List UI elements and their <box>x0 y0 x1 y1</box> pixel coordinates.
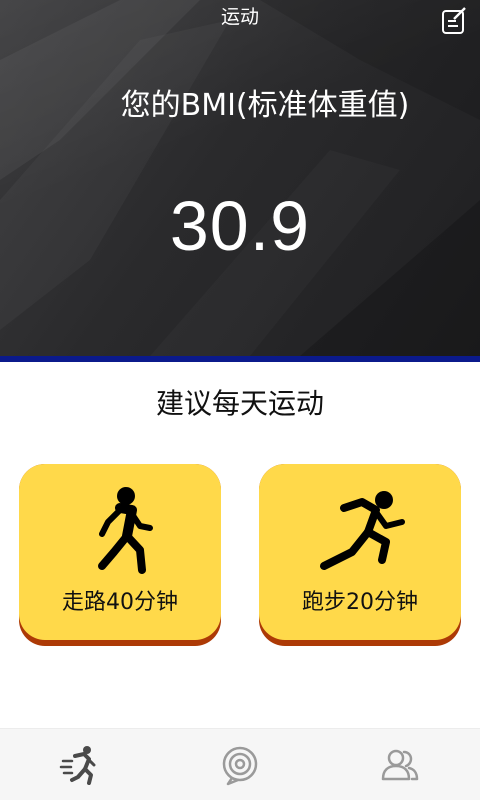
walk-card-face: 走路40分钟 <box>19 464 221 640</box>
run-card-label: 跑步20分钟 <box>302 590 418 615</box>
bottom-nav <box>0 728 480 800</box>
running-person-icon <box>259 486 461 574</box>
suggestion-title: 建议每天运动 <box>155 387 324 420</box>
edit-button[interactable] <box>440 6 468 36</box>
walk-card[interactable]: 走路40分钟 <box>19 464 221 646</box>
run-card-face: 跑步20分钟 <box>259 464 461 640</box>
sport-screen: 运动 您的BMI(标准体重值) 30.9 建议每天运动 走路40分钟 跑步20分… <box>0 0 480 800</box>
nav-tab-users[interactable] <box>378 743 422 787</box>
nav-tab-target[interactable] <box>218 743 262 787</box>
walk-card-label: 走路40分钟 <box>62 590 178 615</box>
walking-person-icon <box>19 486 221 574</box>
bmi-header: 运动 您的BMI(标准体重值) 30.9 <box>0 0 480 356</box>
run-card[interactable]: 跑步20分钟 <box>259 464 461 646</box>
page-title: 运动 <box>220 6 259 28</box>
users-icon <box>381 749 419 781</box>
header-background-texture <box>0 0 480 356</box>
bmi-value: 30.9 <box>169 187 311 265</box>
header-divider <box>0 356 480 362</box>
edit-icon <box>442 7 466 34</box>
running-icon <box>59 746 96 785</box>
bmi-label: 您的BMI(标准体重值) <box>120 88 410 123</box>
target-icon <box>222 746 258 786</box>
nav-tab-sport[interactable] <box>58 743 102 787</box>
